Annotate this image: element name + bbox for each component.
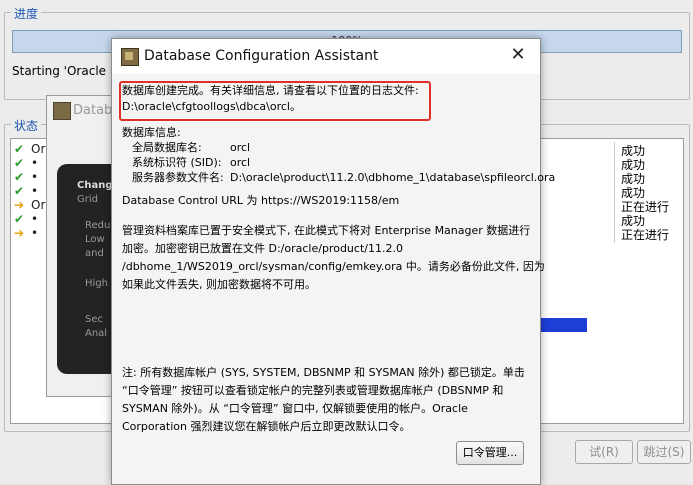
completion-message: 数据库创建完成。有关详细信息, 请查看以下位置的日志文件: [122, 84, 419, 97]
banner-text: Sec [85, 314, 103, 325]
banner-text: and [85, 248, 104, 259]
global-db-name-label: 全局数据库名: [132, 141, 202, 154]
em-message-line: 如果此文件丢失, 则加密数据将不可用。 [122, 278, 316, 291]
status-row-name: • [31, 212, 39, 226]
check-icon: ✔ [14, 142, 25, 156]
sid-label: 系统标识符 (SID): [132, 156, 222, 169]
em-message-line: 管理资料档案库已置于安全模式下, 在此模式下将对 Enterprise Mana… [122, 224, 531, 237]
arrow-icon: ➔ [14, 226, 25, 240]
note-line: Corporation 强烈建议您在解锁帐户后立即更改默认口令。 [122, 420, 411, 433]
check-icon: ✔ [14, 170, 25, 184]
banner-text: Anal [85, 328, 108, 339]
global-db-name-value: orcl [230, 141, 251, 154]
spfile-value: D:\oracle\product\11.2.0\dbhome_1\databa… [230, 171, 556, 184]
note-line: 注: 所有数据库帐户 (SYS, SYSTEM, DBSNMP 和 SYSMAN… [122, 366, 525, 379]
log-file-path: D:\oracle\cfgtoollogs\dbca\orcl。 [122, 100, 301, 113]
status-row-name: • [31, 184, 39, 198]
status-row-state: 正在进行 [614, 226, 681, 243]
dbca-app-icon [121, 48, 139, 66]
em-message-line: /dbhome_1/WS2019_orcl/sysman/config/emke… [122, 260, 545, 273]
close-icon[interactable]: ✕ [508, 45, 528, 65]
arrow-icon: ➔ [14, 198, 25, 212]
dbca-progress-title: Datab [73, 103, 113, 118]
db-control-url: Database Control URL 为 https://WS2019:11… [122, 194, 400, 207]
progress-group-label: 进度 [11, 5, 42, 22]
skip-button[interactable]: 跳过(S) [637, 440, 691, 464]
dialog-title: Database Configuration Assistant [144, 48, 379, 64]
banner-text: Grid [77, 194, 98, 205]
status-group-label: 状态 [11, 117, 42, 134]
db-info-label: 数据库信息: [122, 126, 181, 139]
check-icon: ✔ [14, 212, 25, 226]
spfile-label: 服务器参数文件名: [132, 171, 224, 184]
banner-text: Redu [85, 220, 111, 231]
note-line: “口令管理” 按钮可以查看锁定帐户的完整列表或管理数据库帐户 (DBSNMP 和 [122, 384, 504, 397]
status-row-name: • [31, 170, 39, 184]
dbca-completion-dialog: Database Configuration Assistant ✕ 数据库创建… [111, 38, 555, 485]
check-icon: ✔ [14, 184, 25, 198]
password-management-button[interactable]: 口令管理... [456, 441, 524, 465]
starting-status-text: Starting 'Oracle Da [12, 64, 127, 78]
banner-text: Low [85, 234, 105, 245]
em-message-line: 加密。加密密钥已放置在文件 D:/oracle/product/11.2.0 [122, 242, 403, 255]
note-line: SYSMAN 除外)。从 “口令管理” 窗口中, 仅解锁要使用的帐户。Oracl… [122, 402, 468, 415]
check-icon: ✔ [14, 156, 25, 170]
status-row-name: • [31, 156, 39, 170]
retry-button[interactable]: 试(R) [575, 440, 633, 464]
banner-text: High [85, 278, 108, 289]
dialog-titlebar[interactable]: Database Configuration Assistant ✕ [112, 39, 540, 74]
dbca-app-icon [53, 102, 71, 120]
status-row-name: • [31, 226, 39, 240]
sid-value: orcl [230, 156, 251, 169]
banner-text: Chang [77, 180, 113, 191]
